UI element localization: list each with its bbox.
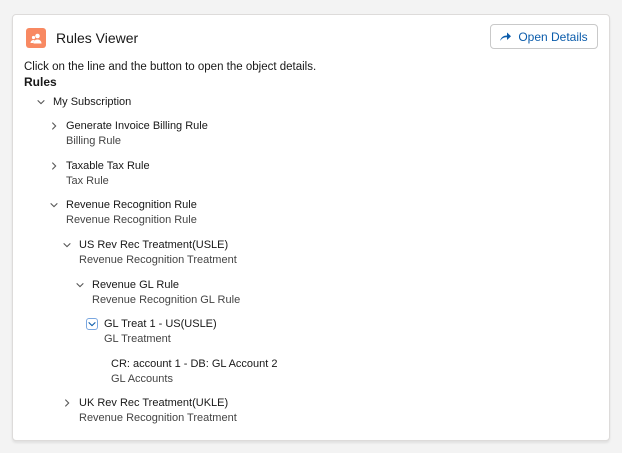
tree-node[interactable]: My Subscription: [35, 95, 131, 110]
chevron-right-icon[interactable]: [48, 160, 60, 172]
node-title: UK Rev Rec Treatment(UKLE): [79, 397, 229, 409]
node-subtitle: Revenue Recognition Treatment: [79, 254, 237, 266]
open-details-label: Open Details: [518, 29, 588, 44]
node-title: US Rev Rec Treatment(USLE): [79, 239, 229, 251]
open-details-button[interactable]: Open Details: [490, 24, 598, 49]
chevron-down-icon[interactable]: [74, 279, 86, 291]
node-subtitle: Revenue Recognition Rule: [66, 214, 197, 226]
chevron-down-icon[interactable]: [86, 318, 98, 330]
node-subtitle: GL Treatment: [104, 333, 171, 345]
tree-node[interactable]: Generate Invoice Billing Rule Billing Rul…: [48, 119, 208, 149]
tree-node[interactable]: Revenue GL Rule Revenue Recognition GL Ru…: [74, 278, 240, 308]
node-subtitle: GL Accounts: [111, 373, 173, 385]
node-title: Generate Invoice Billing Rule: [66, 120, 208, 132]
node-title: Revenue GL Rule: [92, 279, 180, 291]
description-text: Click on the line and the button to open…: [24, 61, 317, 73]
node-subtitle: Revenue Recognition Treatment: [79, 412, 237, 424]
user-group-icon: [26, 28, 46, 48]
node-title: Taxable Tax Rule: [66, 160, 150, 172]
chevron-down-icon[interactable]: [61, 239, 73, 251]
node-subtitle: Billing Rule: [66, 135, 122, 147]
share-arrow-icon: [500, 32, 512, 41]
node-subtitle: Revenue Recognition GL Rule: [92, 294, 241, 306]
chevron-down-icon[interactable]: [48, 199, 60, 211]
tree-node[interactable]: US Rev Rec Treatment(USLE) Revenue Recogn…: [61, 238, 237, 268]
chevron-down-icon[interactable]: [35, 96, 47, 108]
node-subtitle: Tax Rule: [66, 175, 109, 187]
tree-node[interactable]: CR: account 1 - DB: GL Account 2 GL Accou…: [111, 357, 278, 387]
node-title: GL Treat 1 - US(USLE): [104, 318, 217, 330]
tree-node[interactable]: Taxable Tax Rule Tax Rule: [48, 159, 150, 189]
tree-node[interactable]: UK Rev Rec Treatment(UKLE) Revenue Recogn…: [61, 396, 237, 426]
tree-node[interactable]: Revenue Recognition Rule Revenue Recognit…: [48, 198, 197, 228]
node-title: My Subscription: [53, 96, 132, 108]
chevron-right-icon[interactable]: [48, 120, 60, 132]
node-title: CR: account 1 - DB: GL Account 2: [111, 358, 278, 370]
tree-node[interactable]: GL Treat 1 - US(USLE) GL Treatment: [86, 317, 217, 347]
node-title: Revenue Recognition Rule: [66, 199, 197, 211]
section-label: Rules: [24, 75, 57, 89]
card-title: Rules Viewer: [56, 30, 139, 46]
chevron-right-icon[interactable]: [61, 397, 73, 409]
